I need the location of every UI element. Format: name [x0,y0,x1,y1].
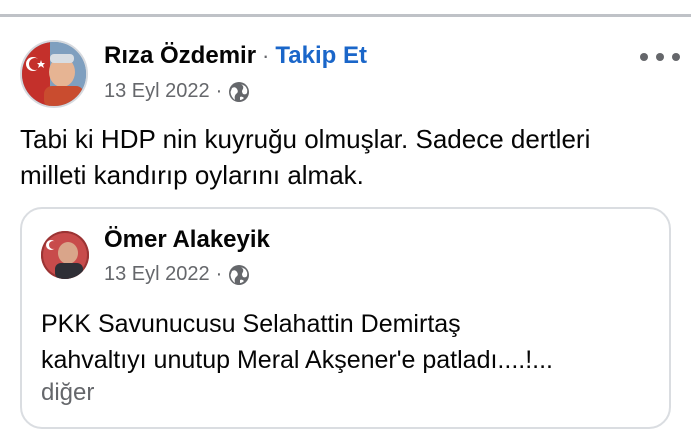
avatar-photo-icon [22,42,86,106]
shared-text-line: kahvaltıyı unutup Meral Akşener'e patlad… [41,346,553,374]
more-options-button[interactable] [640,44,680,70]
post-meta: 13 Eyl 2022 · [104,80,250,103]
shared-avatar-photo-icon [41,231,89,279]
follow-button[interactable]: Takip Et [275,42,367,70]
shared-post-date[interactable]: 13 Eyl 2022 [104,263,210,286]
post-text-line: milleti kandırıp oylarını almak. [20,160,364,190]
meta-separator: · [215,263,223,285]
post-header: Rıza Özdemir · Takip Et 13 Eyl 2022 · [20,40,680,112]
shared-post-text: PKK Savunucusu Selahattin Demirtaş kahva… [41,306,651,378]
more-dot-icon [656,53,664,61]
post-text-line: Tabi ki HDP nin kuyruğu olmuşlar. Sadece… [20,124,591,154]
author-avatar[interactable] [20,40,88,108]
top-divider [0,14,691,17]
shared-post-card[interactable]: Ömer Alakeyik 13 Eyl 2022 · PKK Savunucu… [20,207,671,429]
more-dot-icon [640,53,648,61]
author-name[interactable]: Rıza Özdemir [104,42,256,70]
post-text: Tabi ki HDP nin kuyruğu olmuşlar. Sadece… [20,121,675,193]
shared-post-meta: 13 Eyl 2022 · [104,263,250,286]
globe-icon [229,81,250,102]
author-row: Rıza Özdemir · Takip Et [104,42,367,70]
meta-separator: · [215,80,223,102]
post-date[interactable]: 13 Eyl 2022 [104,80,210,103]
more-dot-icon [672,53,680,61]
shared-text-line: PKK Savunucusu Selahattin Demirtaş [41,310,461,338]
shared-author-name[interactable]: Ömer Alakeyik [104,226,270,254]
see-more-link[interactable]: diğer [41,379,94,407]
globe-icon [229,264,250,285]
shared-author-avatar[interactable] [41,231,89,279]
name-separator: · [262,43,270,68]
